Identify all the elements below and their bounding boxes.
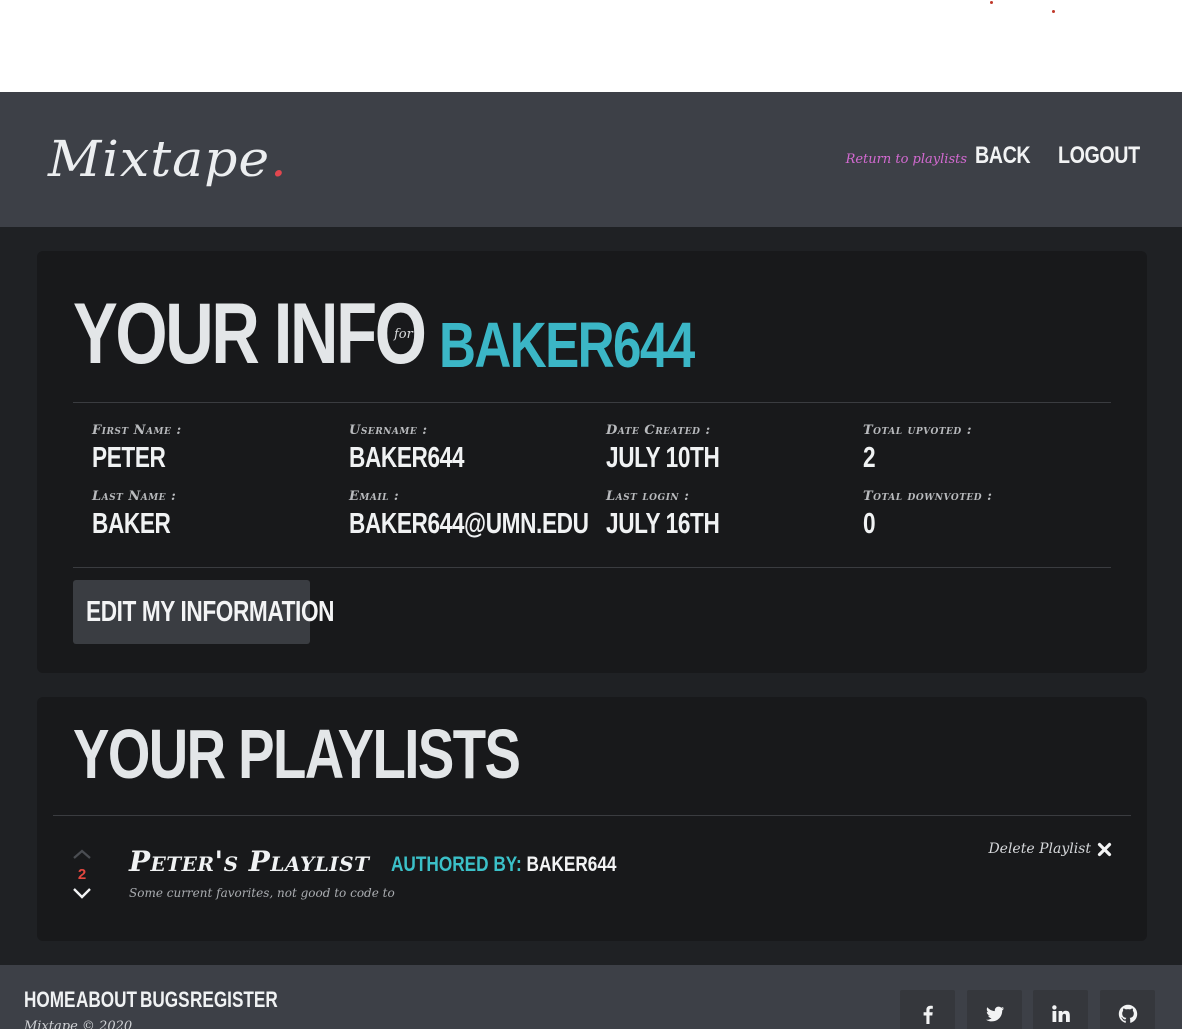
decorative-dot [1052,10,1055,13]
field-value: BAKER [92,508,171,540]
downvote-icon[interactable] [71,886,93,900]
delete-playlist-button[interactable]: Delete Playlist [988,841,1112,857]
field-value: BAKER644@UMN.EDU [349,508,589,540]
divider [73,402,1111,403]
info-for: for [394,327,413,342]
field-value: 0 [863,508,876,540]
playlists-card: YOUR PLAYLISTS 2 Peter's Playlist AUTHOR… [37,697,1147,941]
logo[interactable]: Mixtape. [48,132,288,189]
field-value: JULY 16TH [606,508,720,540]
field-date-created: Date Created : JULY 10TH [606,423,856,475]
footer-link-about[interactable]: ABOUT [76,987,137,1013]
info-title: YOUR INFO [73,286,427,382]
field-label: Total upvoted : [863,423,973,438]
github-button[interactable] [1100,990,1155,1029]
field-value: JULY 10TH [606,442,720,474]
close-icon [1097,842,1112,856]
field-value: 2 [863,442,876,474]
field-first-name: First Name : PETER [92,423,342,475]
logo-dot: . [270,131,288,189]
field-value: BAKER644 [349,442,465,474]
field-email: Email : BAKER644@UMN.EDU [349,489,599,541]
edit-information-label: EDIT MY INFORMATION [86,595,335,628]
playlist-author: AUTHORED BY: BAKER644 [391,853,617,877]
edit-information-button[interactable]: EDIT MY INFORMATION [73,580,335,644]
linkedin-button[interactable] [1033,990,1088,1029]
logout-link[interactable]: LOGOUT [1058,142,1140,170]
footer-link-register[interactable]: REGISTER [190,987,278,1013]
upvote-icon[interactable] [71,847,93,861]
divider [73,567,1111,568]
linkedin-icon [1051,1005,1070,1022]
logo-text: Mixtape [48,131,271,189]
field-label: First Name : [92,423,182,438]
author-label: AUTHORED BY: [391,853,522,876]
facebook-button[interactable] [900,990,955,1029]
user-info-card: YOUR INFO for BAKER644 First Name : PETE… [37,251,1147,673]
field-label: Username : [349,423,428,438]
twitter-icon [985,1006,1004,1022]
field-username: Username : BAKER644 [349,423,599,475]
playlists-title: YOUR PLAYLISTS [73,715,521,793]
back-link[interactable]: BACK [975,142,1031,170]
facebook-icon [923,1005,933,1024]
vote-count: 2 [77,866,87,883]
delete-playlist-label: Delete Playlist [988,841,1091,857]
field-label: Email : [349,489,400,504]
nav-links: Return to playlists BACK LOGOUT [846,142,1158,170]
field-label: Total downvoted : [863,489,993,504]
field-total-downvoted: Total downvoted : 0 [863,489,1113,541]
decorative-dot [990,1,993,4]
footer: HOME ABOUT BUGS REGISTER Mixtape © 2020 [0,965,1182,1029]
footer-nav: HOME ABOUT BUGS REGISTER [24,987,288,1013]
field-total-upvoted: Total upvoted : 2 [863,423,1113,475]
info-username: BAKER644 [439,309,695,381]
twitter-button[interactable] [967,990,1022,1029]
field-label: Date Created : [606,423,711,438]
footer-link-home[interactable]: HOME [24,987,75,1013]
field-label: Last login : [606,489,690,504]
field-value: PETER [92,442,166,474]
field-last-login: Last login : JULY 16TH [606,489,856,541]
footer-link-bugs[interactable]: BUGS [140,987,190,1013]
divider [53,815,1131,816]
author-name: BAKER644 [526,853,617,876]
github-icon [1118,1004,1137,1023]
return-hint: Return to playlists [845,152,968,167]
field-last-name: Last Name : BAKER [92,489,342,541]
top-strip [0,0,1182,92]
copyright: Mixtape © 2020 [24,1019,133,1029]
vote-widget: 2 [71,847,93,900]
playlist-description: Some current favorites, not good to code… [129,886,395,900]
field-label: Last Name : [92,489,177,504]
playlist-name[interactable]: Peter's Playlist [129,845,369,878]
